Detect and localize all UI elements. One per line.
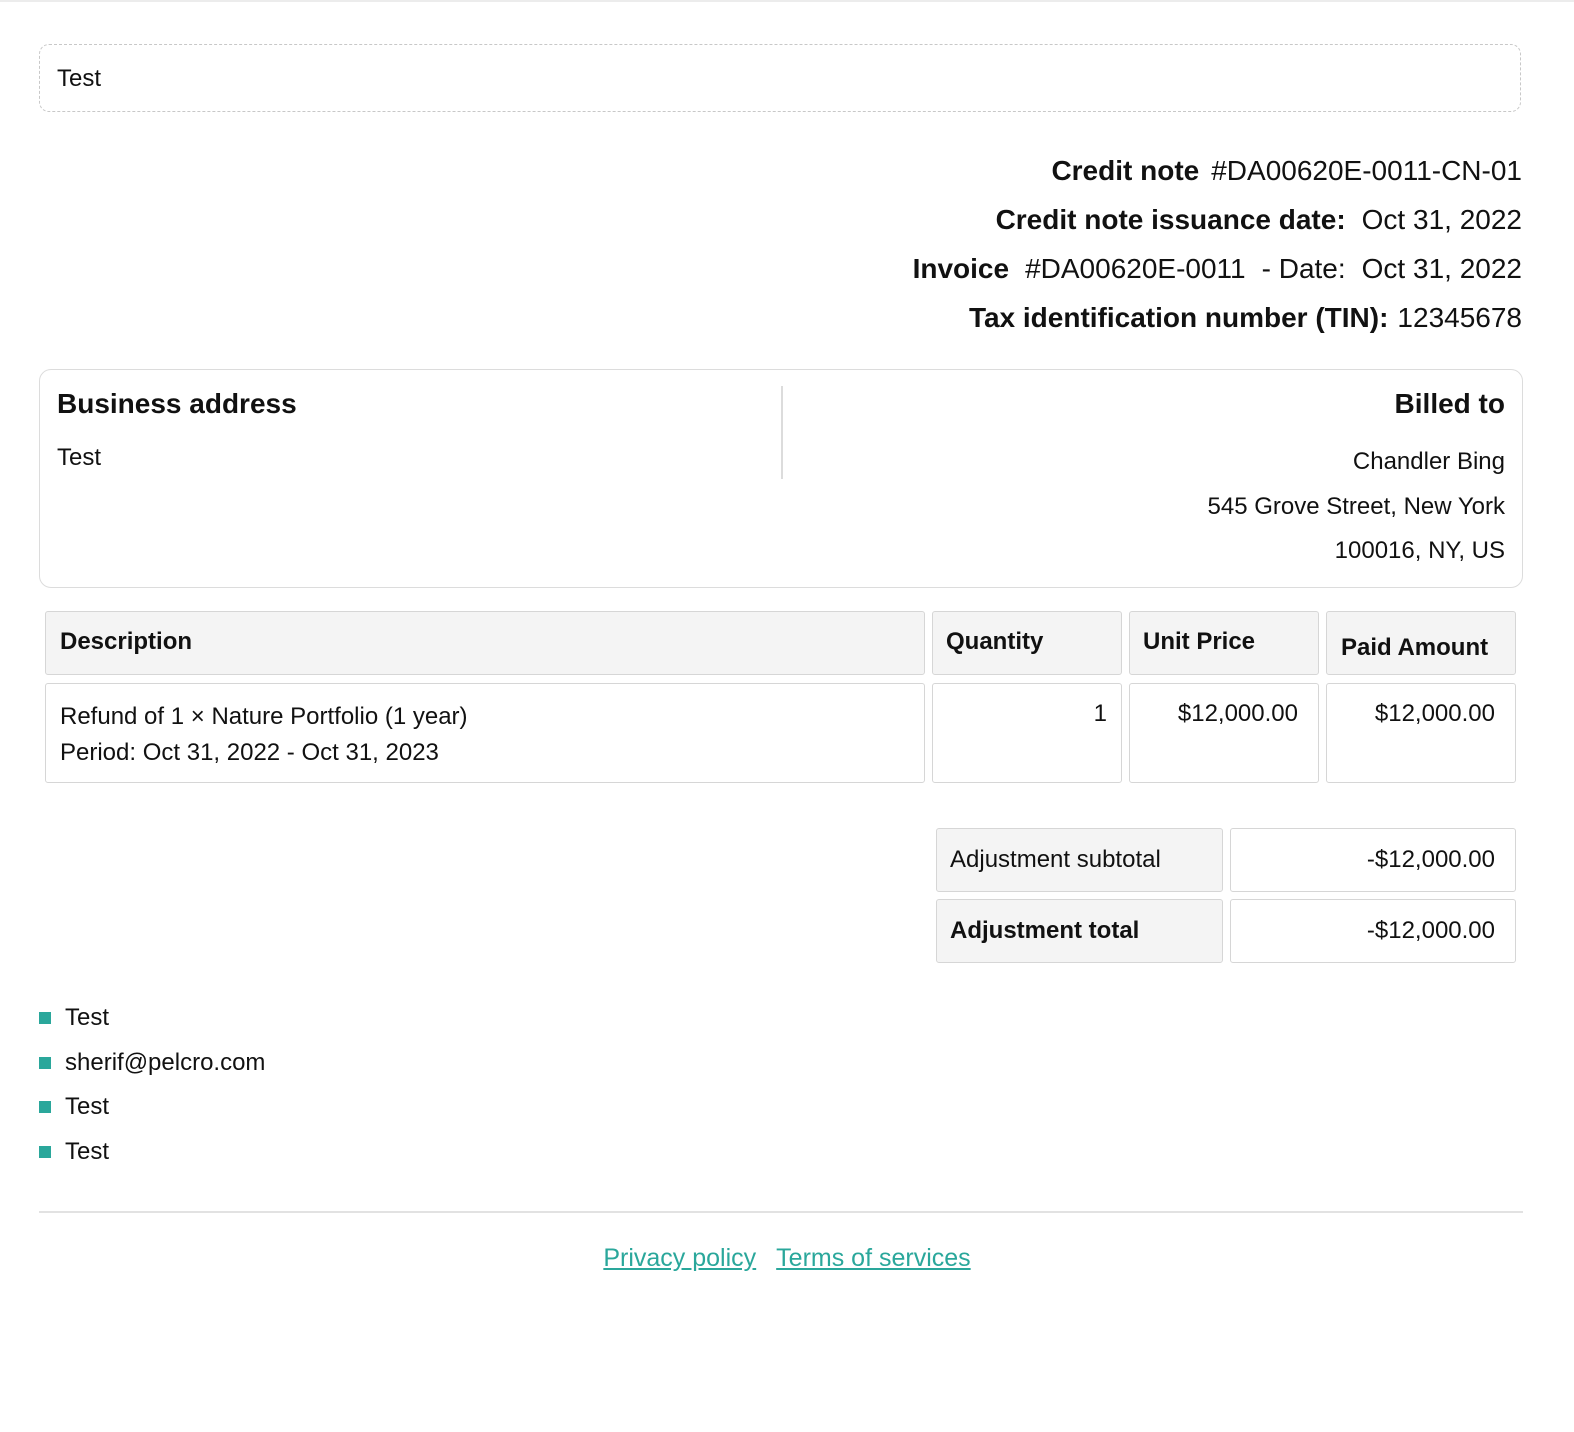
bullet-square-icon [39,1145,51,1158]
address-card: Business address Test Billed to Chandler… [39,369,1523,588]
list-item: Test [39,1130,265,1175]
credit-note-meta: Credit note #DA00620E-0011-CN-01 Credit n… [913,146,1522,342]
item-period: Period: Oct 31, 2022 - Oct 31, 2023 [60,739,439,766]
business-address-line: Test [57,444,102,471]
privacy-policy-link[interactable]: Privacy policy [603,1244,756,1272]
top-divider [0,0,1574,2]
issuance-date-row: Credit note issuance date: Oct 31, 2022 [913,195,1522,244]
invoice-row: Invoice #DA00620E-0011 - Date: Oct 31, 2022 [913,244,1522,293]
billed-to-name: Chandler Bing [1352,448,1505,475]
table-row-description: Refund of 1 × Nature Portfolio (1 year) … [45,683,925,783]
col-header-quantity: Quantity [932,611,1122,675]
contact-item-text: Test [65,1093,110,1121]
invoice-label: Invoice [912,253,1010,284]
invoice-date-label: - Date: [1261,253,1346,284]
contact-item-text: Test [65,1137,110,1165]
item-quantity: 1 [1093,700,1107,727]
invoice-date: Oct 31, 2022 [1361,253,1522,284]
business-address: Business address Test [57,386,297,476]
contact-email: sherif@pelcro.com [65,1048,266,1076]
billed-to-street: 545 Grove Street, New York [1207,492,1506,520]
issuance-date: Oct 31, 2022 [1361,204,1522,235]
adjustment-total-value: -$12,000.00 [1366,917,1495,944]
invoice-number: #DA00620E-0011 [1025,253,1246,284]
adjustment-subtotal-label-cell: Adjustment subtotal [936,828,1223,892]
issuance-date-label: Credit note issuance date: [995,204,1346,235]
credit-note-number-row: Credit note #DA00620E-0011-CN-01 [913,146,1522,195]
adjustment-subtotal-label: Adjustment subtotal [950,846,1161,873]
billed-to: Billed to Chandler Bing 545 Grove Street… [1208,386,1506,574]
tin-row: Tax identification number (TIN): 12345678 [913,293,1522,342]
table-row-quantity: 1 [932,683,1122,783]
list-item: Test [39,996,265,1041]
item-description: Refund of 1 × Nature Portfolio (1 year) [60,703,468,730]
footer-links: Privacy policy Terms of services [0,1244,1574,1273]
bullet-square-icon [39,1012,51,1025]
col-header-paid-amount-label: Paid Amount [1341,634,1489,661]
address-divider [781,386,783,479]
col-header-unit-price: Unit Price [1129,611,1319,675]
billed-to-city: 100016, NY, US [1334,537,1505,564]
col-header-paid-amount: Paid Amount [1326,611,1516,675]
contact-list: Test sherif@pelcro.com Test Test [39,996,265,1174]
bullet-square-icon [39,1101,51,1114]
adjustment-total-label-cell: Adjustment total [936,899,1223,963]
bullet-square-icon [39,1056,51,1069]
logo-text: Test [57,65,102,92]
contact-item-text: Test [65,1004,110,1032]
list-item: sherif@pelcro.com [39,1041,265,1086]
item-unit-price: $12,000.00 [1177,700,1298,727]
credit-note-number: #DA00620E-0011-CN-01 [1211,155,1522,186]
tin-value: 12345678 [1397,302,1522,333]
list-item: Test [39,1085,265,1130]
col-header-unit-price-label: Unit Price [1143,628,1256,655]
adjustment-total-value-cell: -$12,000.00 [1230,899,1516,963]
billed-to-title: Billed to [1394,388,1505,419]
credit-note-label: Credit note [1051,155,1200,186]
table-row-unit-price: $12,000.00 [1129,683,1319,783]
item-paid-amount: $12,000.00 [1374,700,1495,727]
col-header-description-label: Description [60,628,193,655]
footer-divider [39,1211,1523,1213]
table-row-paid-amount: $12,000.00 [1326,683,1516,783]
adjustment-subtotal-value: -$12,000.00 [1366,846,1495,873]
tin-label: Tax identification number (TIN): [968,302,1389,333]
adjustment-subtotal-value-cell: -$12,000.00 [1230,828,1516,892]
adjustment-total-label: Adjustment total [950,917,1140,944]
col-header-quantity-label: Quantity [946,628,1044,655]
company-logo-placeholder: Test [39,44,1521,112]
col-header-description: Description [45,611,925,675]
terms-of-services-link[interactable]: Terms of services [776,1244,970,1272]
business-address-title: Business address [57,388,297,419]
